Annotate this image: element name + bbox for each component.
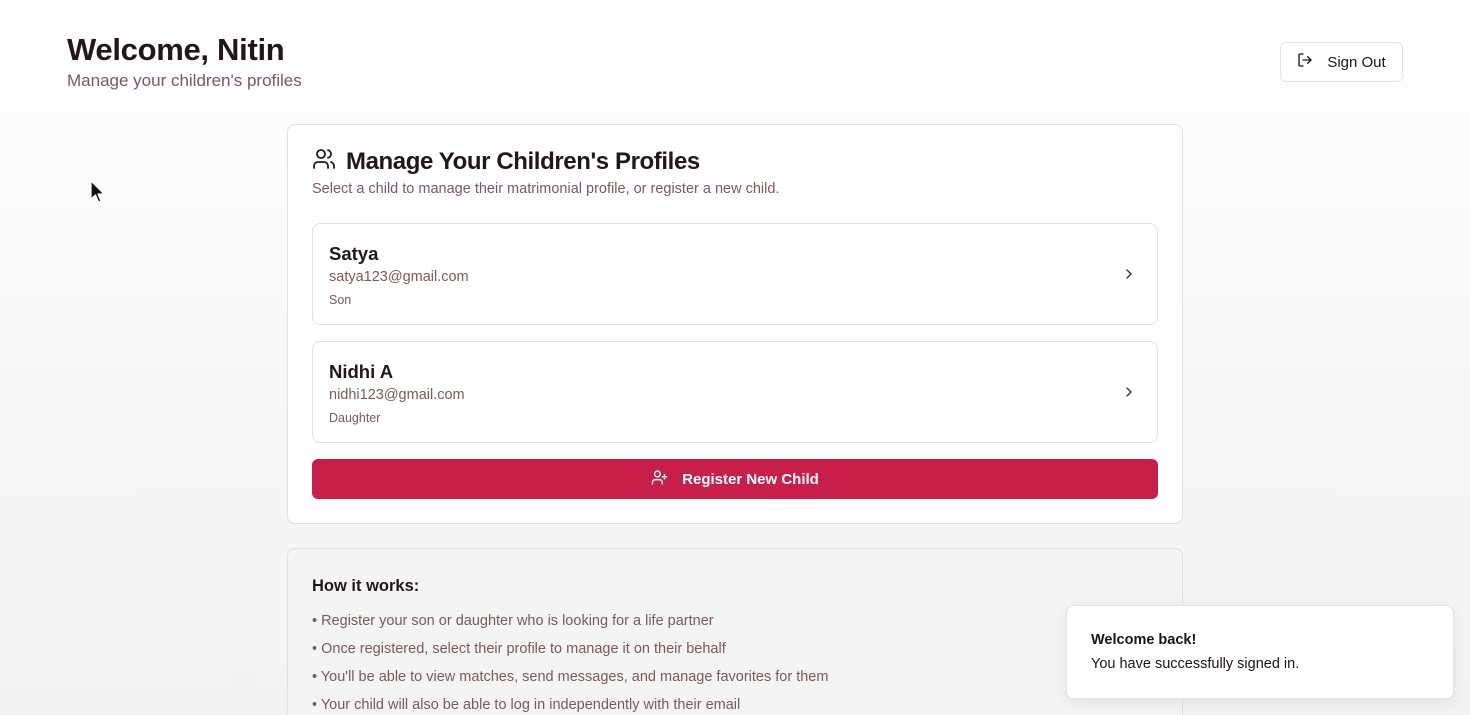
child-relation: Son <box>329 293 352 307</box>
child-email: satya123@gmail.com <box>329 269 469 285</box>
card-header: Manage Your Children's Profiles <box>312 147 700 176</box>
list-item: • Register your son or daughter who is l… <box>312 613 714 629</box>
chevron-right-icon <box>1126 269 1132 279</box>
register-label: Register New Child <box>682 470 819 488</box>
list-item: • You'll be able to view matches, send m… <box>312 669 829 685</box>
page-subtitle: Manage your children's profiles <box>67 71 302 90</box>
toast-message: You have successfully signed in. <box>1091 656 1300 672</box>
list-item: • Once registered, select their profile … <box>312 641 726 657</box>
mouse-cursor-icon <box>90 180 105 203</box>
child-name: Nidhi A <box>329 361 394 382</box>
chevron-right-icon <box>1126 387 1132 397</box>
toast-notification[interactable]: Welcome back! You have successfully sign… <box>1066 605 1454 699</box>
child-email: nidhi123@gmail.com <box>329 387 465 403</box>
sign-out-button[interactable]: Sign Out <box>1280 42 1403 82</box>
card-description: Select a child to manage their matrimoni… <box>312 181 780 197</box>
users-icon <box>312 147 336 176</box>
page-title: Welcome, Nitin <box>67 32 285 67</box>
toast-title: Welcome back! <box>1091 632 1197 648</box>
card-title: Manage Your Children's Profiles <box>346 147 700 175</box>
children-profiles-card: Manage Your Children's Profiles Select a… <box>287 124 1183 524</box>
log-out-icon <box>1297 52 1313 72</box>
how-it-works-title: How it works: <box>312 577 420 595</box>
page-header: Welcome, Nitin Manage your children's pr… <box>67 30 302 92</box>
list-item: • Your child will also be able to log in… <box>312 697 741 713</box>
register-new-child-button[interactable]: Register New Child <box>312 459 1158 499</box>
how-it-works-panel: How it works: • Register your son or dau… <box>287 548 1183 715</box>
user-plus-icon <box>651 469 668 490</box>
how-it-works-list: • Register your son or daughter who is l… <box>312 607 828 715</box>
child-relation: Daughter <box>329 411 381 425</box>
child-item-satya[interactable]: Satya satya123@gmail.com Son <box>312 223 1158 325</box>
sign-out-label: Sign Out <box>1327 53 1386 71</box>
child-name: Satya <box>329 243 379 264</box>
child-item-nidhi[interactable]: Nidhi A nidhi123@gmail.com Daughter <box>312 341 1158 443</box>
